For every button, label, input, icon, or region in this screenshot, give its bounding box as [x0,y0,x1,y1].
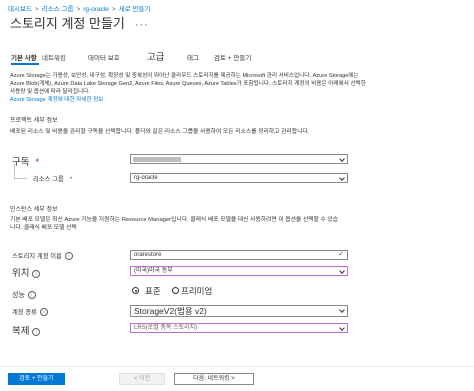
tree-connector [14,164,27,179]
info-icon: i [32,270,41,278]
intro-section: Azure Storage는 가용성, 보안성, 내구성, 확장성 및 중복성이… [10,72,370,104]
info-icon: i [64,252,73,260]
info-icon: i [32,328,41,336]
subscription-value-redacted [133,156,181,162]
tab-networking[interactable]: 네트워킹 [42,52,66,62]
tab-data-protection[interactable]: 데이터 보호 [88,52,120,62]
info-icon: i [39,308,48,316]
tab-advanced[interactable]: 고급 [147,49,164,63]
performance-standard-radio[interactable] [132,287,139,294]
storage-account-name-input[interactable]: orarestore ✓ [130,250,348,260]
breadcrumb-separator: > [34,6,39,13]
footer-divider [0,366,474,367]
breadcrumb-separator: > [76,6,81,13]
breadcrumb-dashboard[interactable]: 대시보드 [8,6,32,13]
previous-button[interactable]: < 이전 [119,373,165,385]
more-options-icon[interactable]: ··· [135,19,149,31]
breadcrumb: 대시보드 > 리소스 그룹 > rg-oracle > 새로 만들기 [8,3,150,13]
intro-text: Azure Storage는 가용성, 보안성, 내구성, 확장성 및 중복성이… [10,73,366,95]
required-marker: * [35,157,40,168]
active-tab-indicator [11,63,39,65]
account-kind-select[interactable]: StorageV2(범용 v2) [130,305,348,317]
location-select[interactable]: (미국)미국 동부 [130,266,348,276]
resource-group-label: 리소스 그룹 * [33,176,73,183]
subscription-select[interactable] [130,154,348,164]
breadcrumb-separator: > [111,6,116,13]
tab-review-create[interactable]: 검토 + 만들기 [214,52,251,62]
info-icon: i [27,291,36,299]
breadcrumb-new[interactable]: 새로 만들기 [119,6,151,13]
required-marker: * [69,176,73,183]
next-networking-button[interactable]: 다음: 네트워킹 > [174,373,254,385]
account-kind-label: 계정 종류 i [12,307,48,316]
tab-tags[interactable]: 태그 [187,52,199,62]
breadcrumb-resource-groups[interactable]: 리소스 그룹 [42,6,74,13]
project-details-desc: 배포된 리소스 및 비용을 관리할 구독을 선택합니다. 폴더와 같은 리소스 … [10,129,310,135]
breadcrumb-rg-oracle[interactable]: rg-oracle [83,6,109,13]
review-create-button[interactable]: 검토 + 만들기 [8,373,65,385]
performance-premium-label: 프리미엄 [181,286,213,296]
instance-details-desc: 기본 배포 모델은 최신 Azure 기능을 지원하는 Resource Man… [10,217,339,231]
resource-group-select[interactable]: rg-oracle [130,173,348,183]
performance-premium-radio[interactable] [172,287,179,294]
performance-standard-label: 표준 [145,286,161,296]
replication-label: 복제 i [12,323,41,337]
learn-more-link[interactable]: Azure Storage 계정에 대한 자세한 정보 [10,96,370,104]
instance-details-heading: 인스턴스 세부 정보 [10,207,58,213]
page-title-row: 스토리지 계정 만들기 ··· [10,13,149,32]
tab-bar: 기본 사항 네트워킹 데이터 보호 고급 태그 검토 + 만들기 [11,52,474,66]
page-title: 스토리지 계정 만들기 [10,16,125,31]
location-label: 위치 i [12,265,41,279]
performance-label: 성능 i [12,290,36,300]
project-details-heading: 프로젝트 세부 정보 [10,118,58,124]
storage-account-name-label: 스토리지 계정 이름 i [12,251,73,260]
tab-basics[interactable]: 기본 사항 [11,52,37,62]
valid-check-icon: ✓ [338,251,344,258]
create-new-link[interactable] [132,184,134,190]
replication-select[interactable]: LRS(로컬 중복 스토리지) [130,323,348,333]
